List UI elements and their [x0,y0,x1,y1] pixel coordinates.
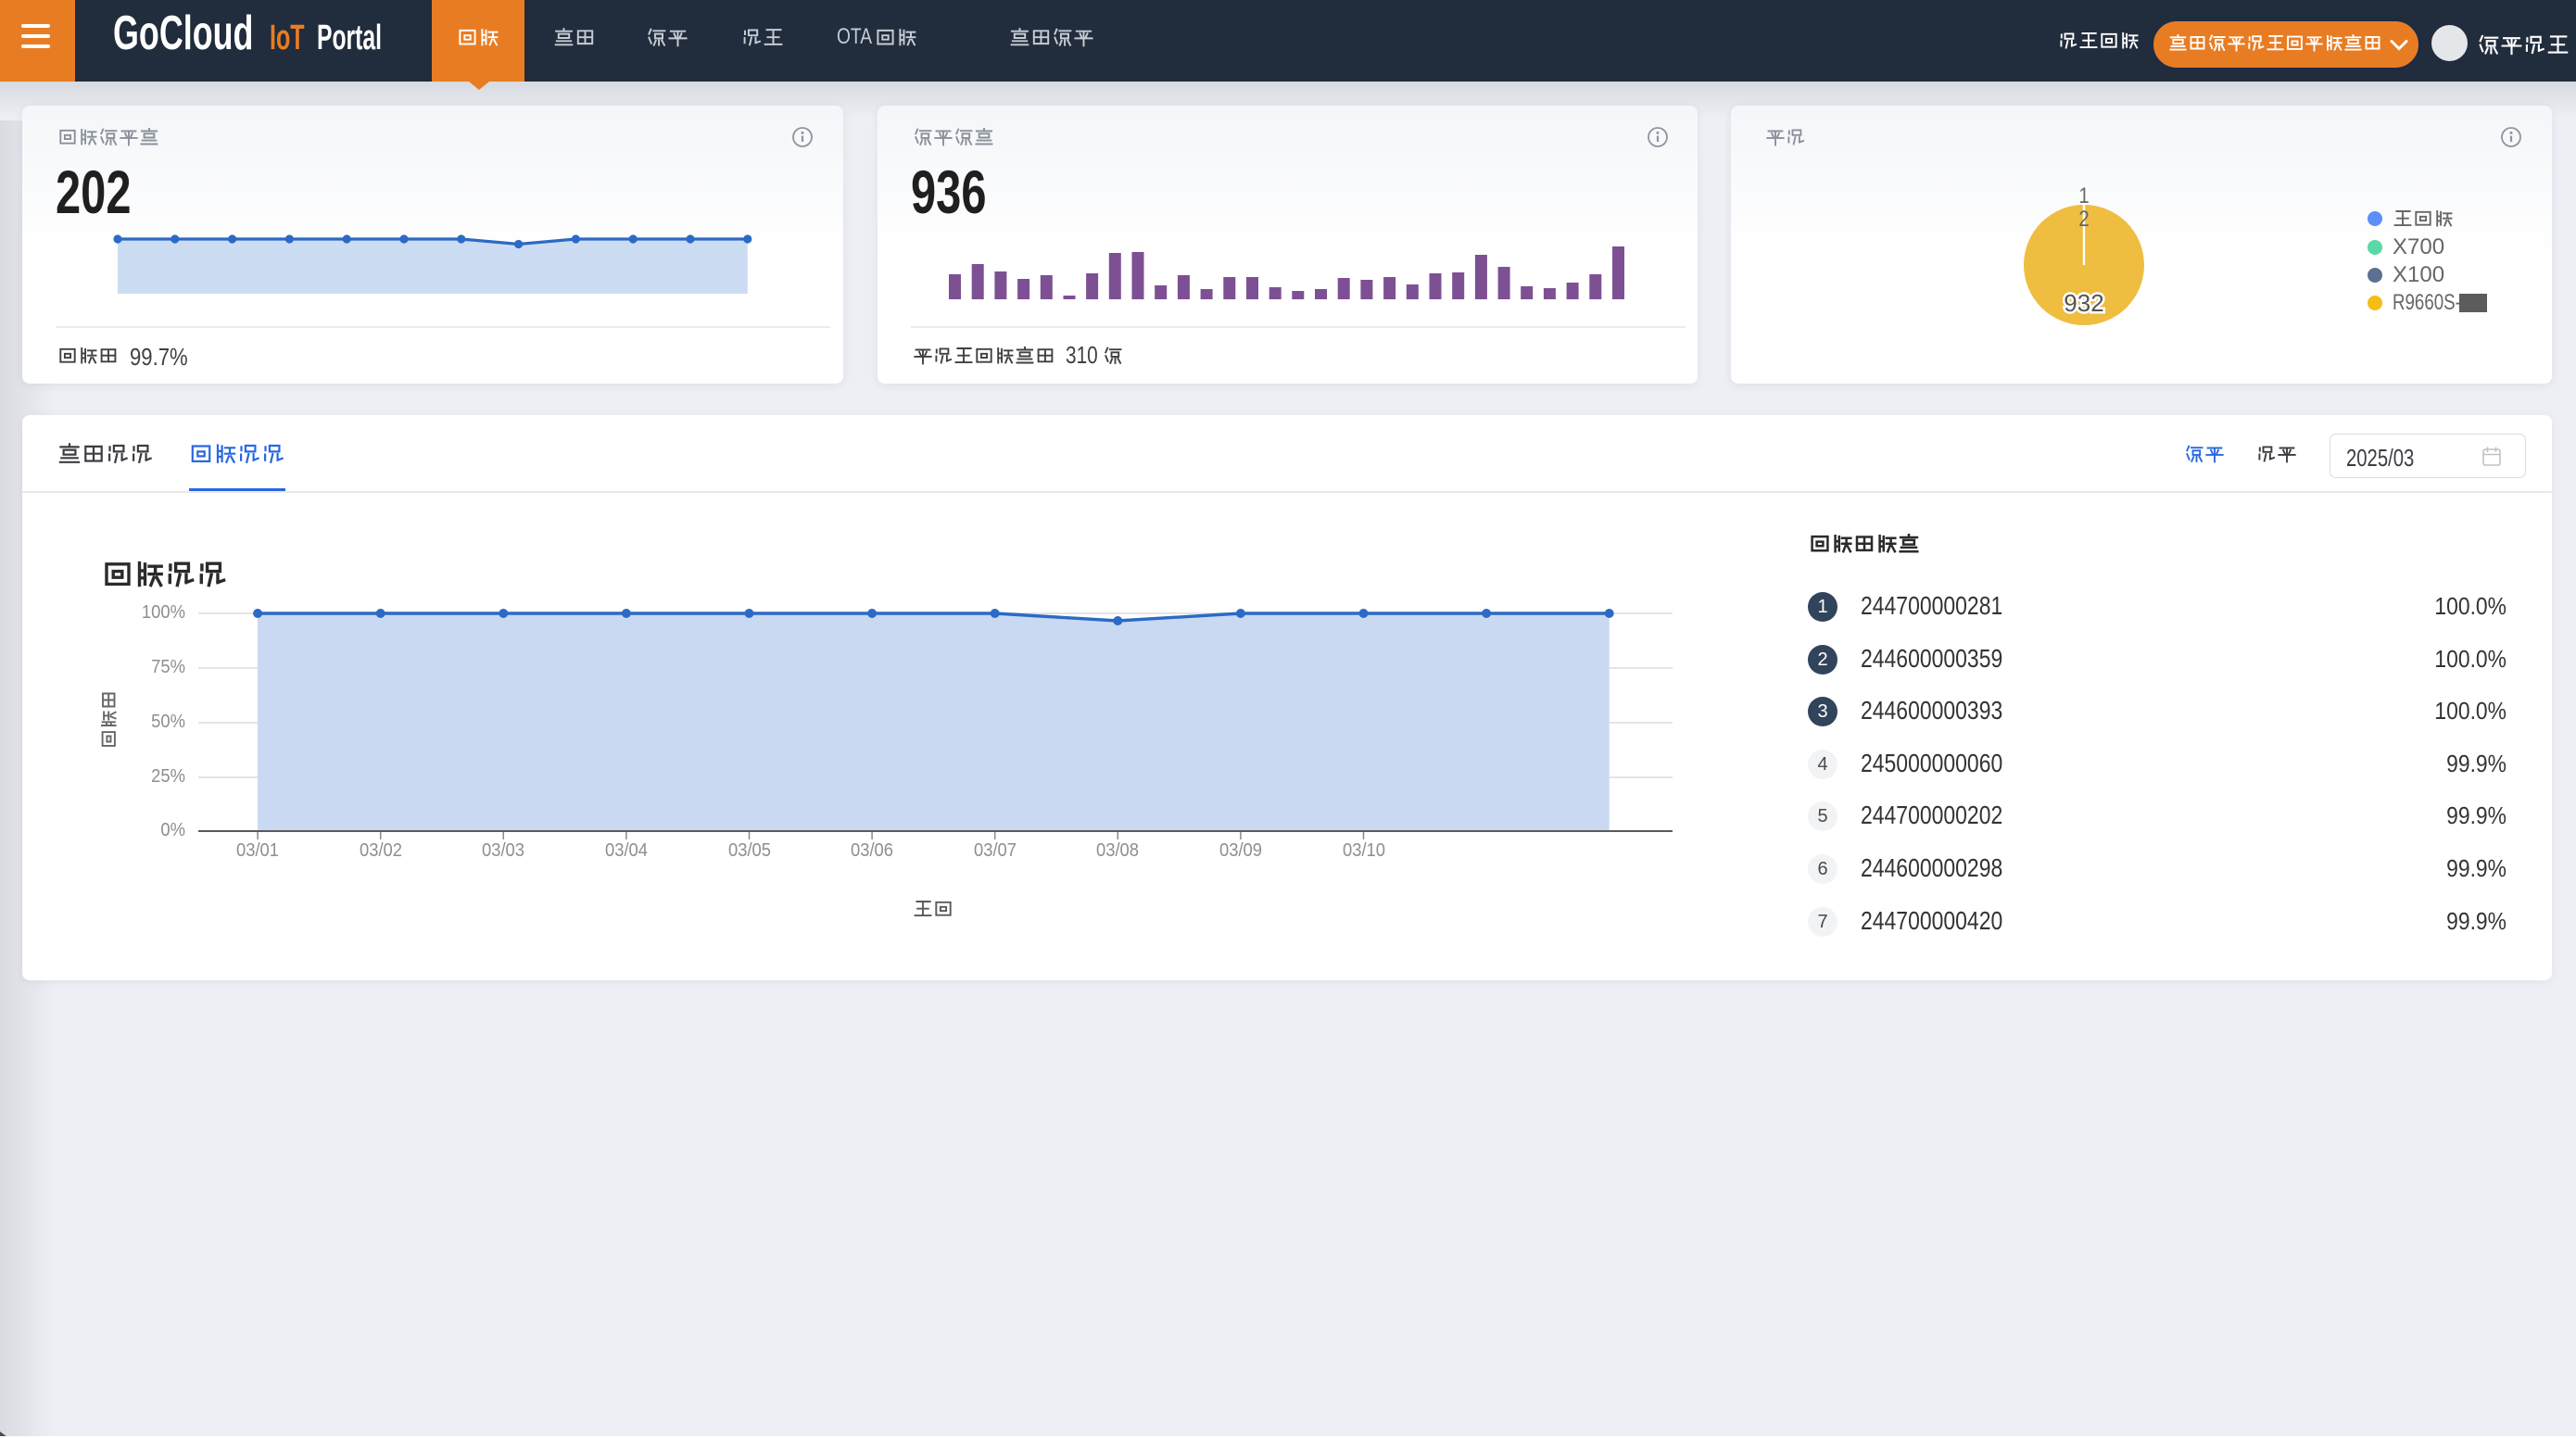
svg-text:932: 932 [2064,289,2103,317]
